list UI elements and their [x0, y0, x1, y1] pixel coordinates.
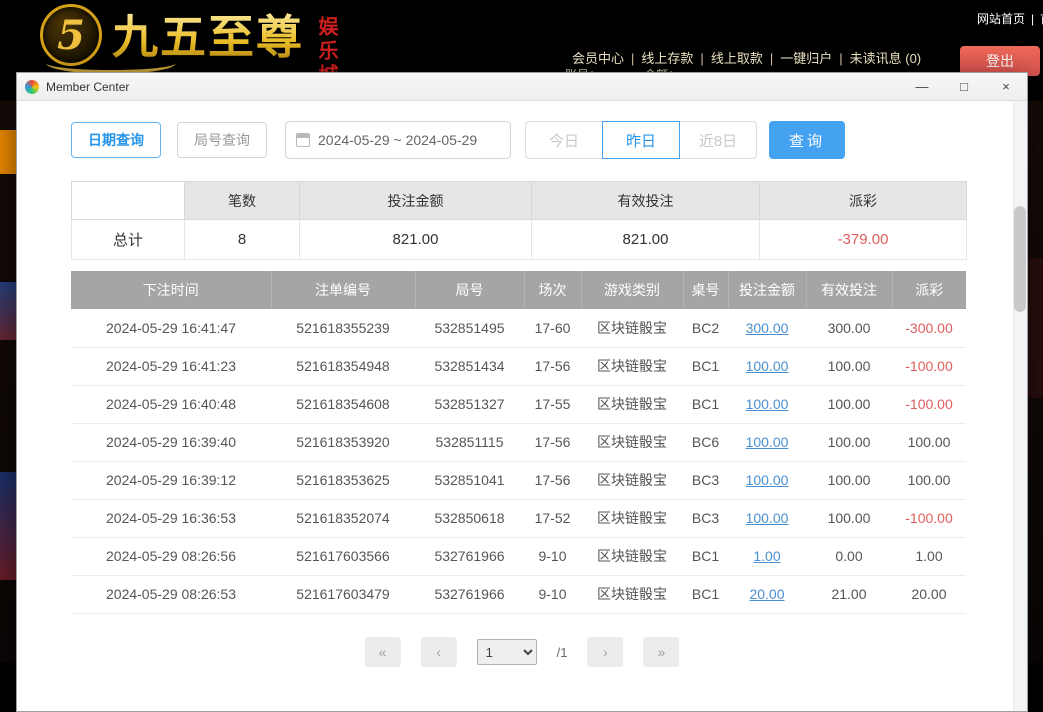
close-button[interactable]: × — [985, 73, 1027, 100]
col-header-game: 游戏类别 — [581, 271, 683, 309]
right-edge-decoration — [1028, 258, 1043, 398]
minimize-button[interactable]: — — [901, 73, 943, 100]
query-toolbar: 日期查询 局号查询 2024-05-29 ~ 2024-05-29 今日 昨日 … — [71, 121, 845, 159]
summary-header-payout: 派彩 — [760, 182, 967, 220]
orange-strip-decoration — [0, 130, 16, 174]
date-range-value: 2024-05-29 ~ 2024-05-29 — [318, 132, 477, 148]
app-icon — [25, 80, 39, 94]
tab-date-query[interactable]: 日期查询 — [71, 122, 161, 158]
table-row: 2024-05-29 08:26:56521617603566532761966… — [71, 537, 966, 575]
calendar-icon — [296, 133, 310, 147]
window-controls: — □ × — [901, 73, 1027, 100]
last8-days-button[interactable]: 近8日 — [679, 121, 757, 159]
top-right-separator: | — [1031, 12, 1034, 26]
member-center-window: Member Center — □ × 日期查询 局号查询 2024-05-29… — [16, 72, 1028, 712]
page-select[interactable]: 1 — [477, 639, 537, 665]
summary-total-row: 总计 8 821.00 821.00 -379.00 — [72, 220, 967, 260]
user-nav: 会员中心|线上存款|线上取款|一键归户|未读讯息 (0) — [565, 48, 928, 67]
col-header-session: 场次 — [524, 271, 581, 309]
summary-count: 8 — [185, 220, 300, 260]
col-header-payout: 派彩 — [892, 271, 966, 309]
summary-header-count: 笔数 — [185, 182, 300, 220]
table-row: 2024-05-29 16:41:47521618355239532851495… — [71, 309, 966, 347]
bet-amount-link[interactable]: 1.00 — [753, 548, 780, 564]
table-row: 2024-05-29 16:36:53521618352074532850618… — [71, 499, 966, 537]
page-total: /1 — [557, 645, 568, 660]
summary-total-label: 总计 — [72, 220, 185, 260]
top-right-links: 网站首页|首 — [977, 10, 1043, 27]
col-header-valid: 有效投注 — [806, 271, 892, 309]
col-header-bet-id: 注单编号 — [271, 271, 415, 309]
left-edge-decoration — [0, 472, 16, 580]
summary-header-valid-bet: 有效投注 — [532, 182, 760, 220]
bet-amount-link[interactable]: 100.00 — [746, 434, 789, 450]
summary-header-bet-amount: 投注金额 — [300, 182, 532, 220]
window-titlebar[interactable]: Member Center — □ × — [17, 73, 1027, 101]
bet-amount-link[interactable]: 100.00 — [746, 510, 789, 526]
bet-amount-link[interactable]: 300.00 — [746, 320, 789, 336]
col-header-time: 下注时间 — [71, 271, 271, 309]
scrollbar-thumb[interactable] — [1014, 206, 1026, 312]
summary-table: 笔数 投注金额 有效投注 派彩 总计 8 821.00 821.00 -379.… — [71, 181, 967, 260]
query-button[interactable]: 查询 — [769, 121, 845, 159]
left-edge-decoration — [0, 282, 16, 340]
date-range-input[interactable]: 2024-05-29 ~ 2024-05-29 — [285, 121, 511, 159]
nav-online-withdraw[interactable]: 线上取款 — [711, 51, 763, 66]
tab-round-query[interactable]: 局号查询 — [177, 122, 267, 158]
scrollbar-track[interactable] — [1013, 101, 1027, 711]
window-title: Member Center — [46, 80, 129, 94]
site-home-link[interactable]: 网站首页 — [977, 12, 1025, 26]
summary-corner-cell — [72, 182, 185, 220]
bet-amount-link[interactable]: 20.00 — [749, 586, 784, 602]
bet-amount-link[interactable]: 100.00 — [746, 472, 789, 488]
summary-valid-bet: 821.00 — [532, 220, 760, 260]
summary-bet-amount: 821.00 — [300, 220, 532, 260]
table-row: 2024-05-29 16:41:23521618354948532851434… — [71, 347, 966, 385]
col-header-table-no: 桌号 — [683, 271, 728, 309]
quick-range-group: 今日 昨日 近8日 — [525, 121, 757, 159]
bet-amount-link[interactable]: 100.00 — [746, 358, 789, 374]
table-row: 2024-05-29 16:39:40521618353920532851115… — [71, 423, 966, 461]
nav-unread-messages[interactable]: 未读讯息 (0) — [850, 51, 922, 66]
bet-records-table: 下注时间 注单编号 局号 场次 游戏类别 桌号 投注金额 有效投注 派彩 202… — [71, 271, 966, 614]
summary-payout: -379.00 — [760, 220, 967, 260]
col-header-bet: 投注金额 — [728, 271, 806, 309]
maximize-button[interactable]: □ — [943, 73, 985, 100]
nav-one-key-transfer[interactable]: 一键归户 — [780, 51, 832, 66]
logo-swirl-decoration — [46, 52, 176, 74]
table-row: 2024-05-29 08:26:53521617603479532761966… — [71, 575, 966, 613]
table-row: 2024-05-29 16:39:12521618353625532851041… — [71, 461, 966, 499]
col-header-round-id: 局号 — [415, 271, 524, 309]
summary-header-row: 笔数 投注金额 有效投注 派彩 — [72, 182, 967, 220]
bet-amount-link[interactable]: 100.00 — [746, 396, 789, 412]
nav-online-deposit[interactable]: 线上存款 — [641, 51, 693, 66]
today-button[interactable]: 今日 — [525, 121, 603, 159]
table-header-row: 下注时间 注单编号 局号 场次 游戏类别 桌号 投注金额 有效投注 派彩 — [71, 271, 966, 309]
table-row: 2024-05-29 16:40:48521618354608532851327… — [71, 385, 966, 423]
yesterday-button[interactable]: 昨日 — [602, 121, 680, 159]
window-content: 日期查询 局号查询 2024-05-29 ~ 2024-05-29 今日 昨日 … — [17, 101, 1027, 710]
nav-member-center[interactable]: 会员中心 — [572, 51, 624, 66]
